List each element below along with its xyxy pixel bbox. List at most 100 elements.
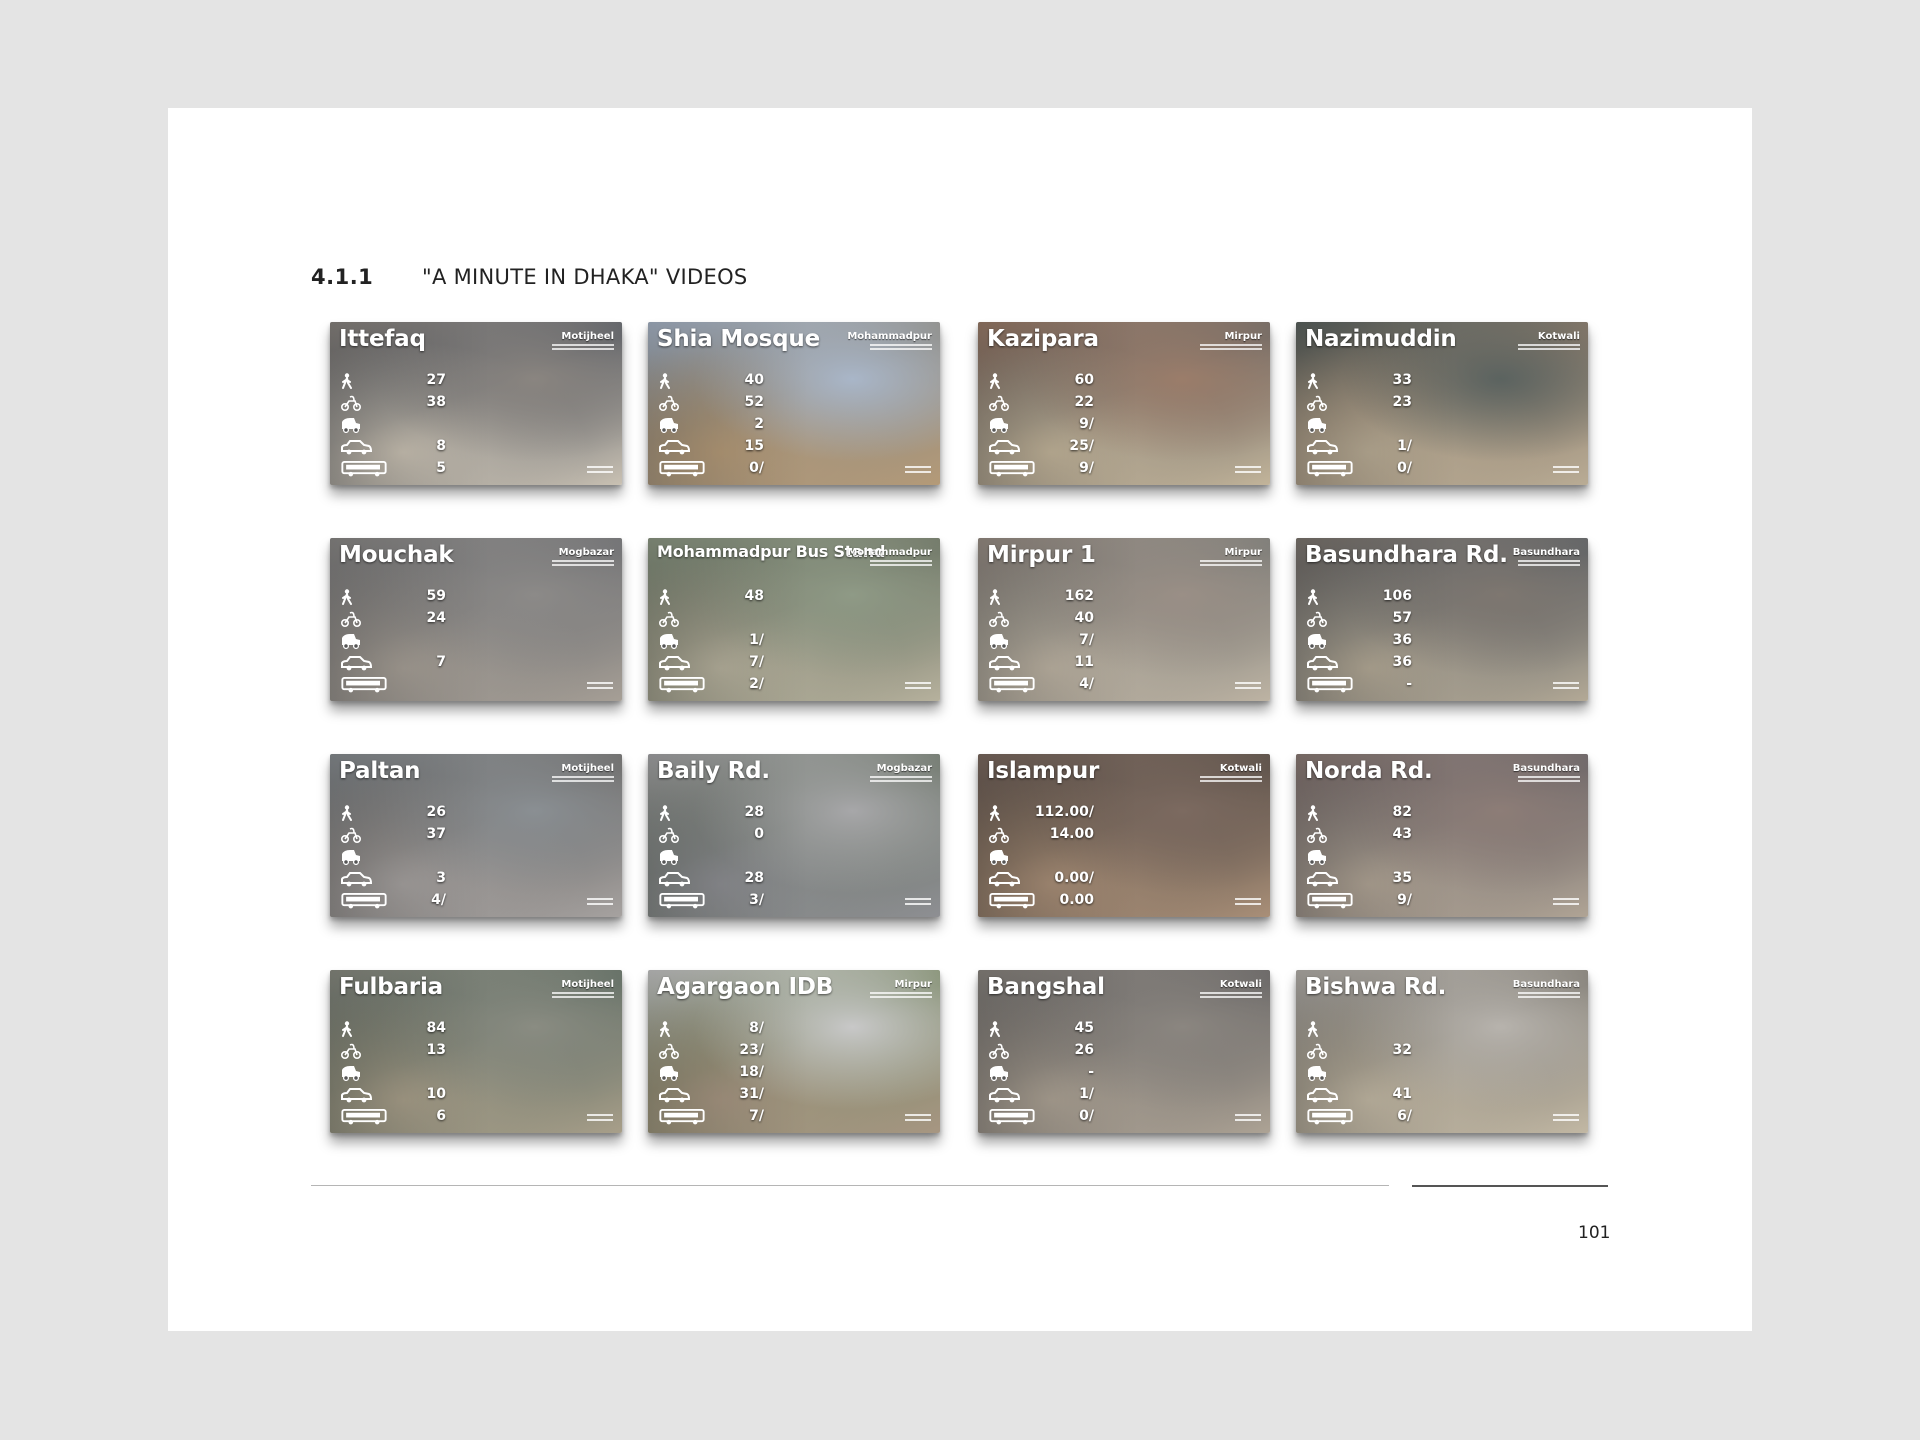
- timestamp-caption: [587, 466, 613, 478]
- count-value: 9/: [1079, 460, 1094, 476]
- count-row: 26: [340, 802, 490, 824]
- count-value: 7/: [749, 654, 764, 670]
- count-value: 84: [426, 1020, 446, 1036]
- count-value: 43: [1392, 826, 1412, 842]
- coordinates-caption: [1200, 776, 1262, 786]
- coordinates-caption: [870, 344, 932, 354]
- count-value: -: [1406, 676, 1412, 692]
- count-value: 35: [1392, 870, 1412, 886]
- count-value: 7/: [1079, 632, 1094, 648]
- coordinates-caption: [870, 560, 932, 570]
- count-value: 106: [1382, 588, 1412, 604]
- timestamp-caption: [905, 466, 931, 478]
- document-page: 4.1.1 "A MINUTE IN DHAKA" VIDEOS Ittefaq…: [168, 108, 1752, 1331]
- count-value: 1/: [749, 632, 764, 648]
- area-name: Mirpur: [1224, 331, 1262, 342]
- count-value: 57: [1392, 610, 1412, 626]
- area-name: Mohammadpur: [847, 331, 932, 342]
- count-row: 59: [340, 586, 490, 608]
- traffic-counts: 106 57 36 36 -: [1306, 586, 1456, 696]
- count-value: 14.00: [1049, 826, 1094, 842]
- count-row: 2/: [658, 674, 808, 696]
- count-row: [1306, 1062, 1456, 1084]
- coordinates-caption: [552, 992, 614, 1002]
- timestamp-caption: [1235, 466, 1261, 478]
- count-value: 11: [1074, 654, 1094, 670]
- count-row: -: [1306, 674, 1456, 696]
- video-thumbnail: Ittefaq Motijheel 27 38 8 5: [330, 322, 622, 485]
- location-name: Mouchak: [339, 542, 454, 568]
- count-row: 60: [988, 370, 1138, 392]
- count-value: 3/: [749, 892, 764, 908]
- count-value: 10: [426, 1086, 446, 1102]
- section-title: "A MINUTE IN DHAKA" VIDEOS: [422, 265, 748, 289]
- count-value: 7: [436, 654, 446, 670]
- traffic-counts: 84 13 10 6: [340, 1018, 490, 1128]
- count-value: 25/: [1069, 438, 1094, 454]
- video-thumbnail: Baily Rd. Mogbazar 28 0 28 3/: [648, 754, 940, 917]
- count-value: 15: [744, 438, 764, 454]
- video-thumbnail: Islampur Kotwali 112.00/14.00 0.00/0.00: [978, 754, 1270, 917]
- count-row: 28: [658, 802, 808, 824]
- coordinates-caption: [1518, 776, 1580, 786]
- count-row: [340, 846, 490, 868]
- timestamp-caption: [1553, 682, 1579, 694]
- location-name: Fulbaria: [339, 974, 443, 1000]
- timestamp-caption: [1553, 898, 1579, 910]
- area-name: Motijheel: [561, 979, 614, 990]
- area-name: Mohammadpur: [847, 547, 932, 558]
- count-row: 37: [340, 824, 490, 846]
- video-thumbnail: Paltan Motijheel 26 37 3 4/: [330, 754, 622, 917]
- count-row: 0.00: [988, 890, 1138, 912]
- count-row: 6: [340, 1106, 490, 1128]
- count-row: 0: [658, 824, 808, 846]
- count-row: 8/: [658, 1018, 808, 1040]
- location-name: Paltan: [339, 758, 421, 784]
- count-row: 26: [988, 1040, 1138, 1062]
- traffic-counts: 48 1/7/2/: [658, 586, 808, 696]
- timestamp-caption: [905, 1114, 931, 1126]
- timestamp-caption: [1235, 898, 1261, 910]
- count-value: 5: [436, 460, 446, 476]
- location-name: Shia Mosque: [657, 326, 820, 352]
- count-value: 8: [436, 438, 446, 454]
- video-thumbnail: Mirpur 1 Mirpur 162 40 7/11 4/: [978, 538, 1270, 701]
- count-row: 8: [340, 436, 490, 458]
- count-value: 6: [436, 1108, 446, 1124]
- count-row: [340, 674, 490, 696]
- count-row: 11: [988, 652, 1138, 674]
- traffic-counts: 8/23/18/31/7/: [658, 1018, 808, 1128]
- count-row: [1306, 846, 1456, 868]
- count-value: 6/: [1397, 1108, 1412, 1124]
- count-row: 18/: [658, 1062, 808, 1084]
- count-value: 162: [1064, 588, 1094, 604]
- count-value: 26: [1074, 1042, 1094, 1058]
- traffic-counts: 27 38 8 5: [340, 370, 490, 480]
- area-name: Basundhara: [1512, 979, 1580, 990]
- count-value: 4/: [1079, 676, 1094, 692]
- count-value: 22: [1074, 394, 1094, 410]
- video-thumbnail: Agargaon IDB Mirpur 8/23/18/31/7/: [648, 970, 940, 1133]
- count-row: 10: [340, 1084, 490, 1106]
- area-name: Kotwali: [1537, 331, 1580, 342]
- location-name: Agargaon IDB: [657, 974, 834, 1000]
- count-row: [340, 414, 490, 436]
- count-value: 0/: [1397, 460, 1412, 476]
- count-value: 48: [744, 588, 764, 604]
- traffic-counts: 60 22 9/25/9/: [988, 370, 1138, 480]
- timestamp-caption: [587, 898, 613, 910]
- area-name: Mogbazar: [876, 763, 932, 774]
- location-name: Nazimuddin: [1305, 326, 1457, 352]
- count-value: 1/: [1079, 1086, 1094, 1102]
- count-row: 0.00/: [988, 868, 1138, 890]
- count-value: 8/: [749, 1020, 764, 1036]
- count-value: -: [1088, 1064, 1094, 1080]
- count-value: 3: [436, 870, 446, 886]
- coordinates-caption: [552, 344, 614, 354]
- count-row: [340, 1062, 490, 1084]
- count-value: 38: [426, 394, 446, 410]
- count-row: 1/: [988, 1084, 1138, 1106]
- count-row: 27: [340, 370, 490, 392]
- area-name: Kotwali: [1219, 763, 1262, 774]
- traffic-counts: 26 37 3 4/: [340, 802, 490, 912]
